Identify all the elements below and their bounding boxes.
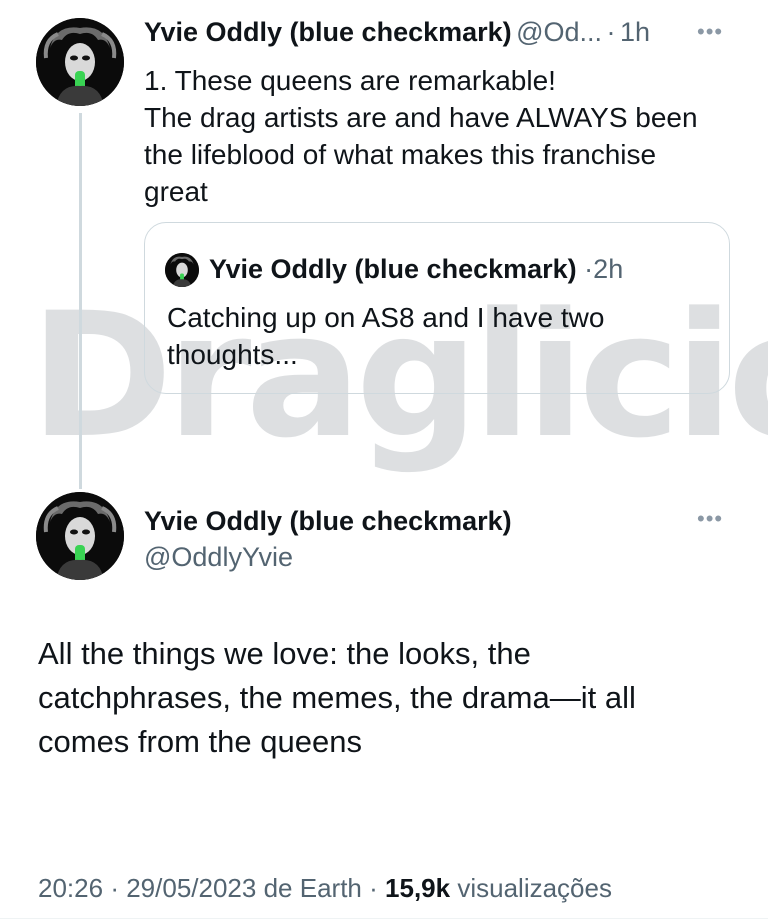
author-name[interactable]: Yvie Oddly (blue checkmark) xyxy=(144,506,512,536)
text-line: great xyxy=(144,176,208,207)
text-line: comes from the queens xyxy=(38,724,362,759)
avatar[interactable] xyxy=(36,18,124,106)
views-count[interactable]: 15,9k xyxy=(385,873,450,903)
avatar[interactable] xyxy=(36,492,124,580)
separator-dot: · xyxy=(369,873,378,903)
text-line: catchphrases, the memes, the drama—it al… xyxy=(38,680,636,715)
avatar-portrait-icon xyxy=(165,253,199,287)
main-tweet-author: Yvie Oddly (blue checkmark) xyxy=(144,508,512,535)
author-handle[interactable]: @Od... xyxy=(516,17,602,47)
avatar xyxy=(165,253,199,287)
reply-tweet-header: Yvie Oddly (blue checkmark) @Od... · 1h xyxy=(144,19,650,46)
quoted-tweet-card[interactable]: Yvie Oddly (blue checkmark) ·2h Catching… xyxy=(144,222,730,394)
tweet-time: 2h xyxy=(593,254,624,284)
tweet-time[interactable]: 1h xyxy=(620,17,650,47)
quoted-tweet-header: Yvie Oddly (blue checkmark) ·2h xyxy=(209,256,623,283)
text-line: Catching up on AS8 and I have two xyxy=(167,302,605,333)
text-line: thoughts... xyxy=(167,339,298,370)
views-label[interactable]: visualizações xyxy=(457,873,612,903)
divider xyxy=(0,918,768,919)
text-line: the lifeblood of what makes this franchi… xyxy=(144,139,657,170)
tweet-time[interactable]: 20:26 xyxy=(38,873,103,903)
tweet-meta: 20:26 · 29/05/2023 de Earth · 15,9k visu… xyxy=(38,875,612,901)
separator-dot: · xyxy=(606,17,616,47)
author-handle[interactable]: @OddlyYvie xyxy=(144,542,293,572)
more-horizontal-icon[interactable]: ••• xyxy=(697,21,723,43)
more-horizontal-icon[interactable]: ••• xyxy=(697,508,723,530)
avatar-portrait-icon xyxy=(36,492,124,580)
thread-connector-line xyxy=(79,113,82,489)
separator-dot: · xyxy=(110,873,119,903)
quoted-tweet-text: Catching up on AS8 and I have two though… xyxy=(167,299,687,373)
tweet-date[interactable]: 29/05/2023 xyxy=(126,873,256,903)
avatar-portrait-icon xyxy=(36,18,124,106)
author-name: Yvie Oddly (blue checkmark) xyxy=(209,254,577,284)
separator-dot: · xyxy=(584,254,594,284)
author-name[interactable]: Yvie Oddly (blue checkmark) xyxy=(144,17,512,47)
main-tweet-text: All the things we love: the looks, the c… xyxy=(38,632,738,764)
text-line: 1. These queens are remarkable! xyxy=(144,65,556,96)
tweet-source: de Earth xyxy=(263,873,362,903)
reply-tweet-text: 1. These queens are remarkable! The drag… xyxy=(144,62,744,210)
text-line: The drag artists are and have ALWAYS bee… xyxy=(144,102,698,133)
main-tweet-handle-row: @OddlyYvie xyxy=(144,544,293,571)
text-line: All the things we love: the looks, the xyxy=(38,636,531,671)
